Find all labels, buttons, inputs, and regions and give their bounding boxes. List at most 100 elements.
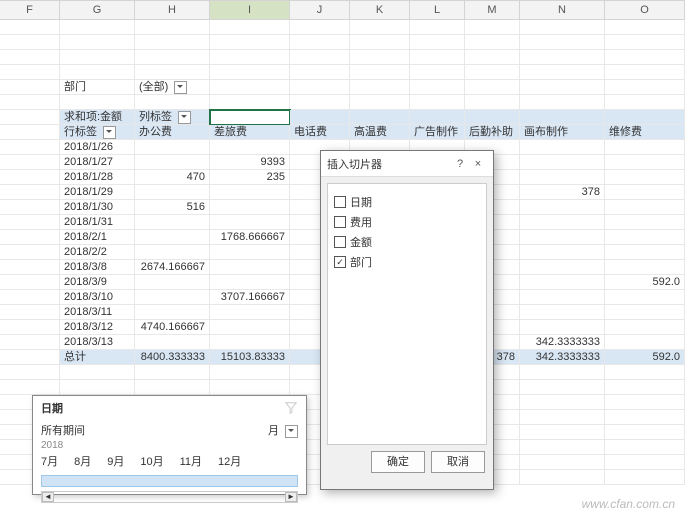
cell[interactable] (135, 365, 210, 380)
cell[interactable] (605, 470, 685, 485)
cell[interactable] (210, 380, 290, 395)
dialog-titlebar[interactable]: 插入切片器 ? × (321, 151, 493, 177)
scroll-right-icon[interactable]: ► (285, 492, 297, 502)
cell[interactable] (350, 20, 410, 35)
cell[interactable] (210, 20, 290, 35)
cell[interactable] (210, 260, 290, 275)
cell[interactable] (605, 20, 685, 35)
cell[interactable] (210, 305, 290, 320)
close-icon[interactable]: × (469, 158, 487, 170)
slicer-field-option[interactable]: ✓部门 (334, 254, 480, 270)
cell[interactable]: 378 (520, 185, 605, 200)
cell[interactable]: (全部) (135, 80, 210, 95)
col-N[interactable]: N (520, 0, 605, 20)
cell[interactable]: 2018/3/10 (60, 290, 135, 305)
cell[interactable] (520, 245, 605, 260)
cell[interactable] (520, 260, 605, 275)
cell[interactable] (605, 170, 685, 185)
cell[interactable] (410, 65, 465, 80)
cell[interactable] (520, 80, 605, 95)
cell[interactable] (520, 440, 605, 455)
col-I[interactable]: I (210, 0, 290, 20)
cell[interactable] (60, 380, 135, 395)
cell[interactable] (135, 215, 210, 230)
cell[interactable] (605, 320, 685, 335)
cell[interactable] (520, 305, 605, 320)
cancel-button[interactable]: 取消 (431, 451, 485, 473)
cell[interactable] (520, 50, 605, 65)
cell[interactable]: 2018/3/12 (60, 320, 135, 335)
cell[interactable] (210, 185, 290, 200)
cell[interactable] (605, 410, 685, 425)
cell[interactable] (605, 110, 685, 125)
cell[interactable] (410, 35, 465, 50)
cell[interactable]: 高温费 (350, 125, 410, 140)
cell[interactable] (0, 215, 60, 230)
cell[interactable] (605, 380, 685, 395)
cell[interactable] (520, 65, 605, 80)
cell[interactable] (0, 320, 60, 335)
cell[interactable]: 2018/1/29 (60, 185, 135, 200)
cell[interactable]: 后勤补助 (465, 125, 520, 140)
cell[interactable] (605, 215, 685, 230)
cell[interactable] (0, 230, 60, 245)
cell[interactable] (605, 245, 685, 260)
cell[interactable] (350, 35, 410, 50)
cell[interactable] (605, 335, 685, 350)
timeline-unit[interactable]: 月 (268, 425, 279, 437)
cell[interactable] (135, 275, 210, 290)
cell[interactable] (520, 110, 605, 125)
slicer-field-option[interactable]: 金额 (334, 234, 480, 250)
cell[interactable] (520, 380, 605, 395)
cell[interactable] (520, 170, 605, 185)
cell[interactable] (465, 110, 520, 125)
cell[interactable] (0, 365, 60, 380)
cell[interactable] (0, 200, 60, 215)
cell[interactable] (605, 440, 685, 455)
cell[interactable] (605, 230, 685, 245)
cell[interactable] (605, 455, 685, 470)
cell[interactable] (410, 50, 465, 65)
cell[interactable] (520, 95, 605, 110)
cell[interactable] (520, 275, 605, 290)
cell[interactable]: 行标签 (60, 125, 135, 140)
cell[interactable] (410, 110, 465, 125)
cell[interactable] (210, 110, 290, 125)
col-H[interactable]: H (135, 0, 210, 20)
cell[interactable]: 办公费 (135, 125, 210, 140)
cell[interactable]: 15103.83333 (210, 350, 290, 365)
cell[interactable] (520, 140, 605, 155)
cell[interactable] (410, 20, 465, 35)
cell[interactable] (135, 380, 210, 395)
cell[interactable] (350, 110, 410, 125)
cell[interactable] (135, 185, 210, 200)
cell[interactable] (135, 50, 210, 65)
cell[interactable] (0, 305, 60, 320)
col-K[interactable]: K (350, 0, 410, 20)
timeline-scrollbar[interactable]: ◄ ► (41, 491, 298, 503)
cell[interactable] (465, 65, 520, 80)
cell[interactable] (410, 95, 465, 110)
cell[interactable]: 维修费 (605, 125, 685, 140)
cell[interactable]: 2018/1/28 (60, 170, 135, 185)
cell[interactable] (290, 95, 350, 110)
cell[interactable] (605, 50, 685, 65)
cell[interactable]: 2018/3/11 (60, 305, 135, 320)
cell[interactable] (465, 95, 520, 110)
col-L[interactable]: L (410, 0, 465, 20)
cell[interactable] (520, 35, 605, 50)
timeline-slicer[interactable]: 日期 所有期间 月 2018 7月8月9月10月11月12月 ◄ ► (32, 395, 307, 495)
cell[interactable] (0, 380, 60, 395)
cell[interactable]: 592.0 (605, 350, 685, 365)
cell[interactable] (0, 350, 60, 365)
cell[interactable] (0, 290, 60, 305)
cell[interactable]: 470 (135, 170, 210, 185)
chevron-down-icon[interactable] (285, 425, 298, 438)
cell[interactable] (290, 50, 350, 65)
cell[interactable] (520, 395, 605, 410)
cell[interactable] (210, 65, 290, 80)
cell[interactable] (0, 110, 60, 125)
cell[interactable]: 电话费 (290, 125, 350, 140)
cell[interactable] (605, 260, 685, 275)
cell[interactable] (605, 290, 685, 305)
